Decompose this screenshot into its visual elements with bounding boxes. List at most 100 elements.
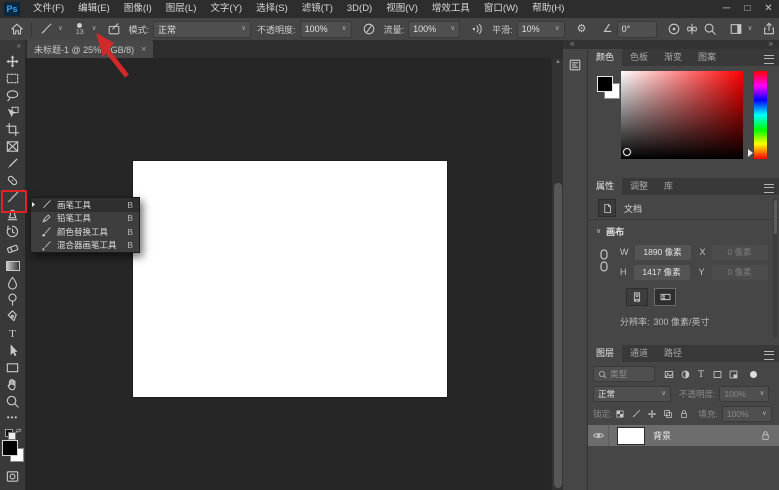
width-input[interactable]: 1890 像素: [635, 245, 691, 260]
menu-plugins[interactable]: 增效工具: [425, 0, 477, 18]
filter-type-layers-icon[interactable]: T: [693, 367, 709, 381]
scrollbar-thumb[interactable]: [554, 183, 562, 488]
healing-brush-tool[interactable]: [2, 172, 23, 189]
share-icon[interactable]: [760, 20, 778, 38]
layer-visibility-toggle[interactable]: [588, 425, 609, 446]
quick-mask-icon[interactable]: [2, 468, 23, 485]
document-canvas[interactable]: [133, 161, 447, 397]
pressure-size-icon[interactable]: [665, 20, 683, 38]
y-input[interactable]: 0 像素: [712, 265, 768, 280]
paint-symmetry-icon[interactable]: [683, 20, 701, 38]
menu-file[interactable]: 文件(F): [26, 0, 71, 18]
filter-smart-objects-icon[interactable]: [725, 367, 741, 381]
blur-tool[interactable]: [2, 274, 23, 291]
filter-adjustment-layers-icon[interactable]: [677, 367, 693, 381]
layer-fill-select[interactable]: 100%∨: [722, 406, 772, 422]
smoothing-select[interactable]: 10%∨: [517, 21, 565, 38]
move-tool[interactable]: [2, 53, 23, 70]
collapse-panels-right-icon[interactable]: »: [769, 40, 773, 48]
lock-all-icon[interactable]: [676, 407, 692, 421]
menu-type[interactable]: 文字(Y): [203, 0, 249, 18]
pressure-opacity-icon[interactable]: [360, 20, 378, 38]
layer-filter-toggle-icon[interactable]: [745, 367, 761, 381]
foreground-background-swatches[interactable]: [2, 440, 24, 462]
x-input[interactable]: 0 像素: [712, 245, 768, 260]
flow-select[interactable]: 100%∨: [408, 21, 460, 38]
frame-tool[interactable]: [2, 138, 23, 155]
zoom-tool[interactable]: [2, 393, 23, 410]
gradient-tool[interactable]: [2, 257, 23, 274]
tab-paths[interactable]: 路径: [656, 345, 690, 362]
opacity-select[interactable]: 100%∨: [300, 21, 352, 38]
filter-shape-layers-icon[interactable]: [709, 367, 725, 381]
filter-pixel-layers-icon[interactable]: [661, 367, 677, 381]
default-colors-icon[interactable]: ⇄: [4, 426, 22, 438]
portrait-orientation-button[interactable]: [626, 288, 648, 306]
tab-layers[interactable]: 图层: [588, 345, 622, 362]
menu-view[interactable]: 视图(V): [379, 0, 425, 18]
workspace-switcher-icon[interactable]: [727, 20, 745, 38]
eraser-tool[interactable]: [2, 240, 23, 257]
collapsed-panel-icon[interactable]: [566, 56, 584, 74]
properties-scrollbar[interactable]: [773, 198, 778, 338]
hue-slider-marker-icon[interactable]: [748, 149, 753, 157]
panel-menu-icon[interactable]: [764, 184, 774, 193]
marquee-tool[interactable]: [2, 70, 23, 87]
flyout-item-color-replacement-tool[interactable]: 颜色替换工具 B: [31, 225, 139, 239]
lock-pixels-icon[interactable]: [628, 407, 644, 421]
tab-adjustments[interactable]: 调整: [622, 178, 656, 195]
lock-artboard-icon[interactable]: [660, 407, 676, 421]
gear-icon[interactable]: ⚙: [573, 20, 591, 38]
tab-color[interactable]: 颜色: [588, 49, 622, 66]
flyout-item-brush-tool[interactable]: 画笔工具 B: [31, 198, 139, 212]
layer-filter-select[interactable]: 类型: [593, 366, 655, 382]
menu-3d[interactable]: 3D(D): [340, 0, 379, 18]
height-input[interactable]: 1417 像素: [634, 265, 690, 280]
path-selection-tool[interactable]: [2, 342, 23, 359]
close-button[interactable]: ✕: [758, 0, 779, 18]
dodge-tool[interactable]: [2, 291, 23, 308]
menu-help[interactable]: 帮助(H): [525, 0, 571, 18]
airbrush-icon[interactable]: [468, 20, 486, 38]
menu-edit[interactable]: 编辑(E): [71, 0, 117, 18]
tab-gradients[interactable]: 渐变: [656, 49, 690, 66]
blend-mode-select[interactable]: 正常∨: [153, 21, 251, 38]
tab-channels[interactable]: 通道: [622, 345, 656, 362]
angle-input[interactable]: 0°: [617, 21, 657, 38]
layer-opacity-select[interactable]: 100%∨: [719, 386, 769, 402]
object-selection-tool[interactable]: [2, 104, 23, 121]
crop-tool[interactable]: [2, 121, 23, 138]
menu-select[interactable]: 选择(S): [249, 0, 295, 18]
layer-thumbnail[interactable]: [617, 427, 645, 445]
color-cursor-icon[interactable]: [623, 148, 631, 156]
panel-menu-icon[interactable]: [764, 351, 774, 360]
hand-tool[interactable]: [2, 376, 23, 393]
foreground-color-swatch[interactable]: [2, 440, 18, 456]
layer-row-background[interactable]: 背景: [588, 425, 779, 446]
foreground-color-swatch[interactable]: [597, 76, 613, 92]
edit-toolbar-icon[interactable]: •••: [2, 410, 23, 424]
landscape-orientation-button[interactable]: [654, 288, 676, 306]
lock-position-icon[interactable]: [644, 407, 660, 421]
panel-menu-icon[interactable]: [764, 55, 774, 64]
section-collapse-icon[interactable]: ∨: [596, 227, 601, 235]
tab-libraries[interactable]: 库: [656, 178, 681, 195]
minimize-button[interactable]: ─: [716, 0, 737, 18]
tab-swatches[interactable]: 色板: [622, 49, 656, 66]
canvas-area[interactable]: [25, 58, 551, 490]
collapse-panels-left-icon[interactable]: «: [570, 40, 574, 48]
toolbar-expand-icon[interactable]: »: [17, 40, 25, 53]
tab-properties[interactable]: 属性: [588, 178, 622, 195]
rectangle-tool[interactable]: [2, 359, 23, 376]
type-tool[interactable]: T: [2, 325, 23, 342]
hue-slider[interactable]: [754, 71, 767, 159]
lock-transparency-icon[interactable]: [612, 407, 628, 421]
saturation-brightness-field[interactable]: [621, 71, 743, 159]
tab-patterns[interactable]: 图案: [690, 49, 724, 66]
flyout-item-mixer-brush-tool[interactable]: 混合器画笔工具 B: [31, 239, 139, 253]
menu-image[interactable]: 图像(I): [117, 0, 159, 18]
maximize-button[interactable]: □: [737, 0, 758, 18]
swap-colors-icon[interactable]: ⇄: [16, 427, 22, 435]
eyedropper-tool[interactable]: [2, 155, 23, 172]
search-icon[interactable]: [701, 20, 719, 38]
